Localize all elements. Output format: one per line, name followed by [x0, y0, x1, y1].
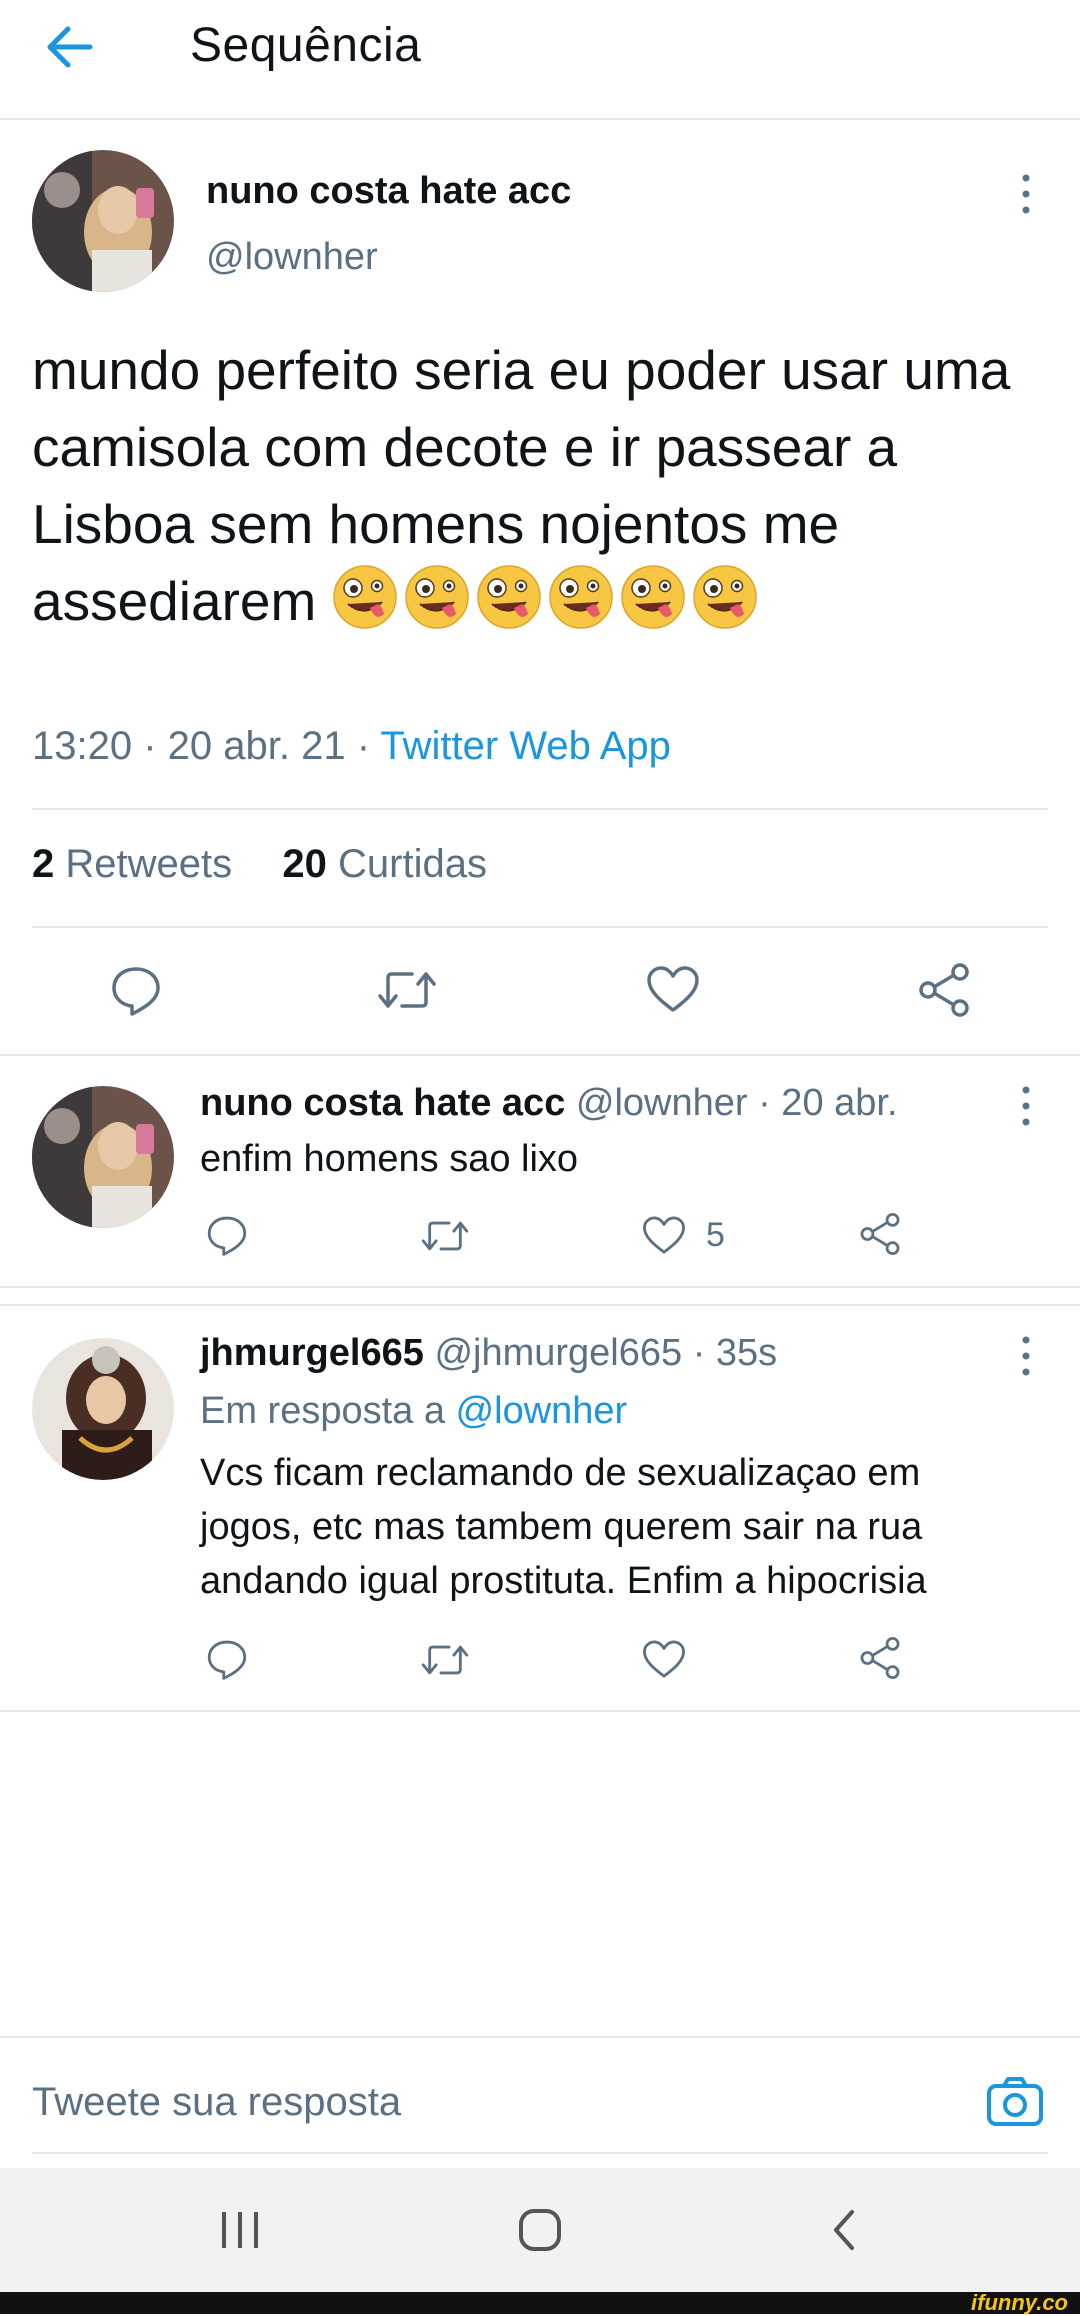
avatar[interactable] — [32, 150, 174, 292]
reply-icon[interactable] — [110, 964, 162, 1016]
tweet-meta: 13:20 · 20 abr. 21 · Twitter Web App — [32, 724, 671, 769]
divider — [0, 1286, 1080, 1288]
share-icon[interactable] — [916, 962, 972, 1018]
zany-face-emoji — [476, 564, 542, 630]
reply-compose-input[interactable]: Tweete sua resposta — [32, 2080, 401, 2125]
zany-face-emoji — [404, 564, 470, 630]
divider — [0, 1304, 1080, 1306]
like-heart-icon[interactable] — [642, 1638, 686, 1680]
author-name[interactable]: nuno costa hate acc — [200, 1082, 565, 1124]
author-name[interactable]: nuno costa hate acc — [206, 170, 571, 213]
author-handle-time[interactable]: @jhmurgel665 · 35s — [434, 1332, 777, 1374]
author-name[interactable]: jhmurgel665 — [200, 1332, 424, 1374]
author-handle-time[interactable]: @lownher · 20 abr. — [576, 1082, 898, 1124]
likes-label: Curtidas — [338, 842, 487, 886]
reply-text: enfim homens sao lixo — [200, 1138, 579, 1180]
like-heart-icon[interactable] — [646, 964, 700, 1014]
divider — [0, 1710, 1080, 1712]
avatar[interactable] — [32, 1086, 174, 1228]
avatar[interactable] — [32, 1338, 174, 1480]
system-navigation-bar — [0, 2168, 1080, 2292]
share-icon[interactable] — [858, 1636, 902, 1680]
retweet-icon[interactable] — [376, 966, 438, 1014]
home-icon[interactable] — [516, 2206, 564, 2254]
in-reply-handle-link[interactable]: @lownher — [456, 1390, 628, 1432]
in-reply-prefix: Em resposta a — [200, 1390, 456, 1432]
tweet-timestamp: 13:20 · 20 abr. 21 · — [32, 724, 381, 768]
reply-icon[interactable] — [206, 1638, 248, 1680]
recent-apps-icon[interactable] — [218, 2208, 262, 2252]
zany-face-emoji — [620, 564, 686, 630]
watermark-strip: ifunny.co — [0, 2290, 1080, 2315]
likes-stat[interactable]: 20 Curtidas — [282, 842, 487, 886]
share-icon[interactable] — [858, 1212, 902, 1256]
reply-icon[interactable] — [206, 1214, 248, 1256]
divider — [32, 808, 1048, 810]
tweet-text: mundo perfeito seria eu poder usar uma c… — [32, 332, 1042, 640]
in-reply-to: Em resposta a @lownher — [200, 1390, 627, 1433]
top-app-bar: Sequência — [0, 0, 1080, 120]
divider — [32, 926, 1048, 928]
retweet-icon[interactable] — [420, 1640, 470, 1680]
divider — [0, 2036, 1080, 2038]
more-options-icon[interactable] — [1016, 1084, 1036, 1128]
page-title: Sequência — [190, 19, 422, 72]
retweets-stat[interactable]: 2 Retweets — [32, 842, 232, 886]
tweet-stats: 2 Retweets 20 Curtidas — [32, 842, 487, 887]
retweet-icon[interactable] — [420, 1216, 470, 1256]
author-handle[interactable]: @lownher — [206, 236, 378, 279]
zany-face-emoji — [692, 564, 758, 630]
likes-count: 20 — [282, 842, 327, 886]
back-arrow-icon[interactable] — [42, 18, 112, 76]
retweets-count: 2 — [32, 842, 55, 886]
tweet-source-link[interactable]: Twitter Web App — [380, 724, 671, 768]
camera-icon[interactable] — [986, 2076, 1044, 2128]
more-options-icon[interactable] — [1016, 1334, 1036, 1378]
retweets-label: Retweets — [65, 842, 233, 886]
divider — [32, 2152, 1048, 2154]
emoji-group — [332, 565, 764, 632]
zany-face-emoji — [332, 564, 398, 630]
back-nav-icon[interactable] — [826, 2206, 862, 2254]
reply-text: Vcs ficam reclamando de sexualizaçao em … — [200, 1452, 927, 1602]
ifunny-watermark: ifunny.co — [971, 2290, 1068, 2315]
reply-header: jhmurgel665 @jhmurgel665 · 35s — [200, 1332, 777, 1375]
divider — [0, 1054, 1080, 1056]
more-options-icon[interactable] — [1016, 172, 1036, 216]
like-count: 5 — [706, 1216, 725, 1254]
like-heart-icon[interactable] — [642, 1214, 686, 1256]
zany-face-emoji — [548, 564, 614, 630]
reply-header: nuno costa hate acc @lownher · 20 abr. — [200, 1082, 898, 1125]
